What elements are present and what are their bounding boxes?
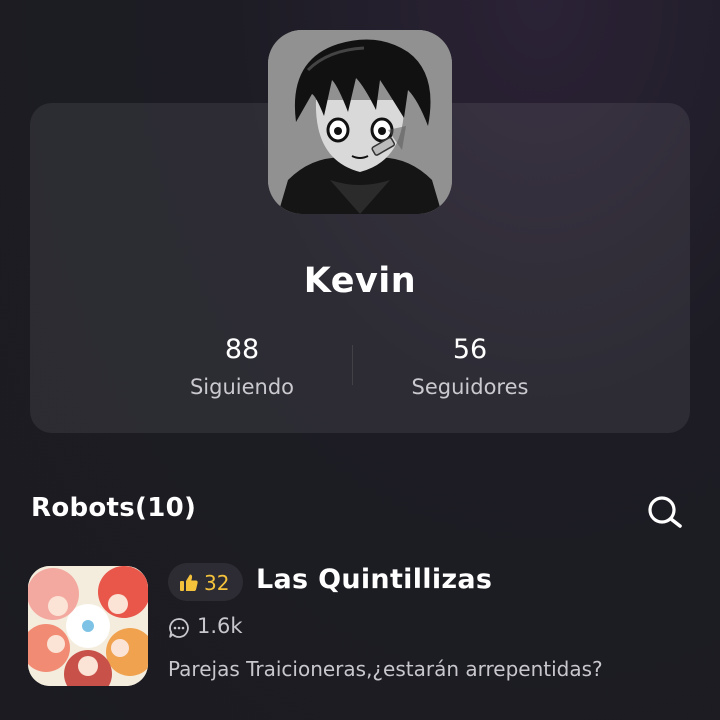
chat-bubble-icon — [169, 618, 189, 638]
robots-section-title: Robots(10) — [31, 493, 197, 523]
comment-count: 1.6k — [197, 614, 243, 638]
search-icon — [648, 496, 682, 528]
followers-stat[interactable]: 56 Seguidores — [370, 334, 570, 400]
username: Kevin — [303, 261, 417, 301]
followers-label: Seguidores — [411, 375, 529, 399]
search-button[interactable] — [645, 494, 685, 530]
following-label: Siguiendo — [189, 375, 295, 399]
like-badge[interactable]: 32 — [168, 563, 243, 601]
following-stat[interactable]: 88 Siguiendo — [142, 334, 342, 400]
following-count: 88 — [224, 334, 260, 365]
robot-thumbnail[interactable] — [28, 566, 148, 686]
like-count: 32 — [204, 571, 230, 595]
avatar[interactable] — [268, 30, 452, 214]
robot-name[interactable]: Las Quintillizas — [256, 564, 492, 595]
robot-description: Parejas Traicioneras,¿estarán arrepentid… — [168, 657, 603, 681]
followers-count: 56 — [452, 334, 488, 365]
thumbs-up-icon — [180, 574, 198, 591]
stat-divider — [352, 345, 353, 385]
